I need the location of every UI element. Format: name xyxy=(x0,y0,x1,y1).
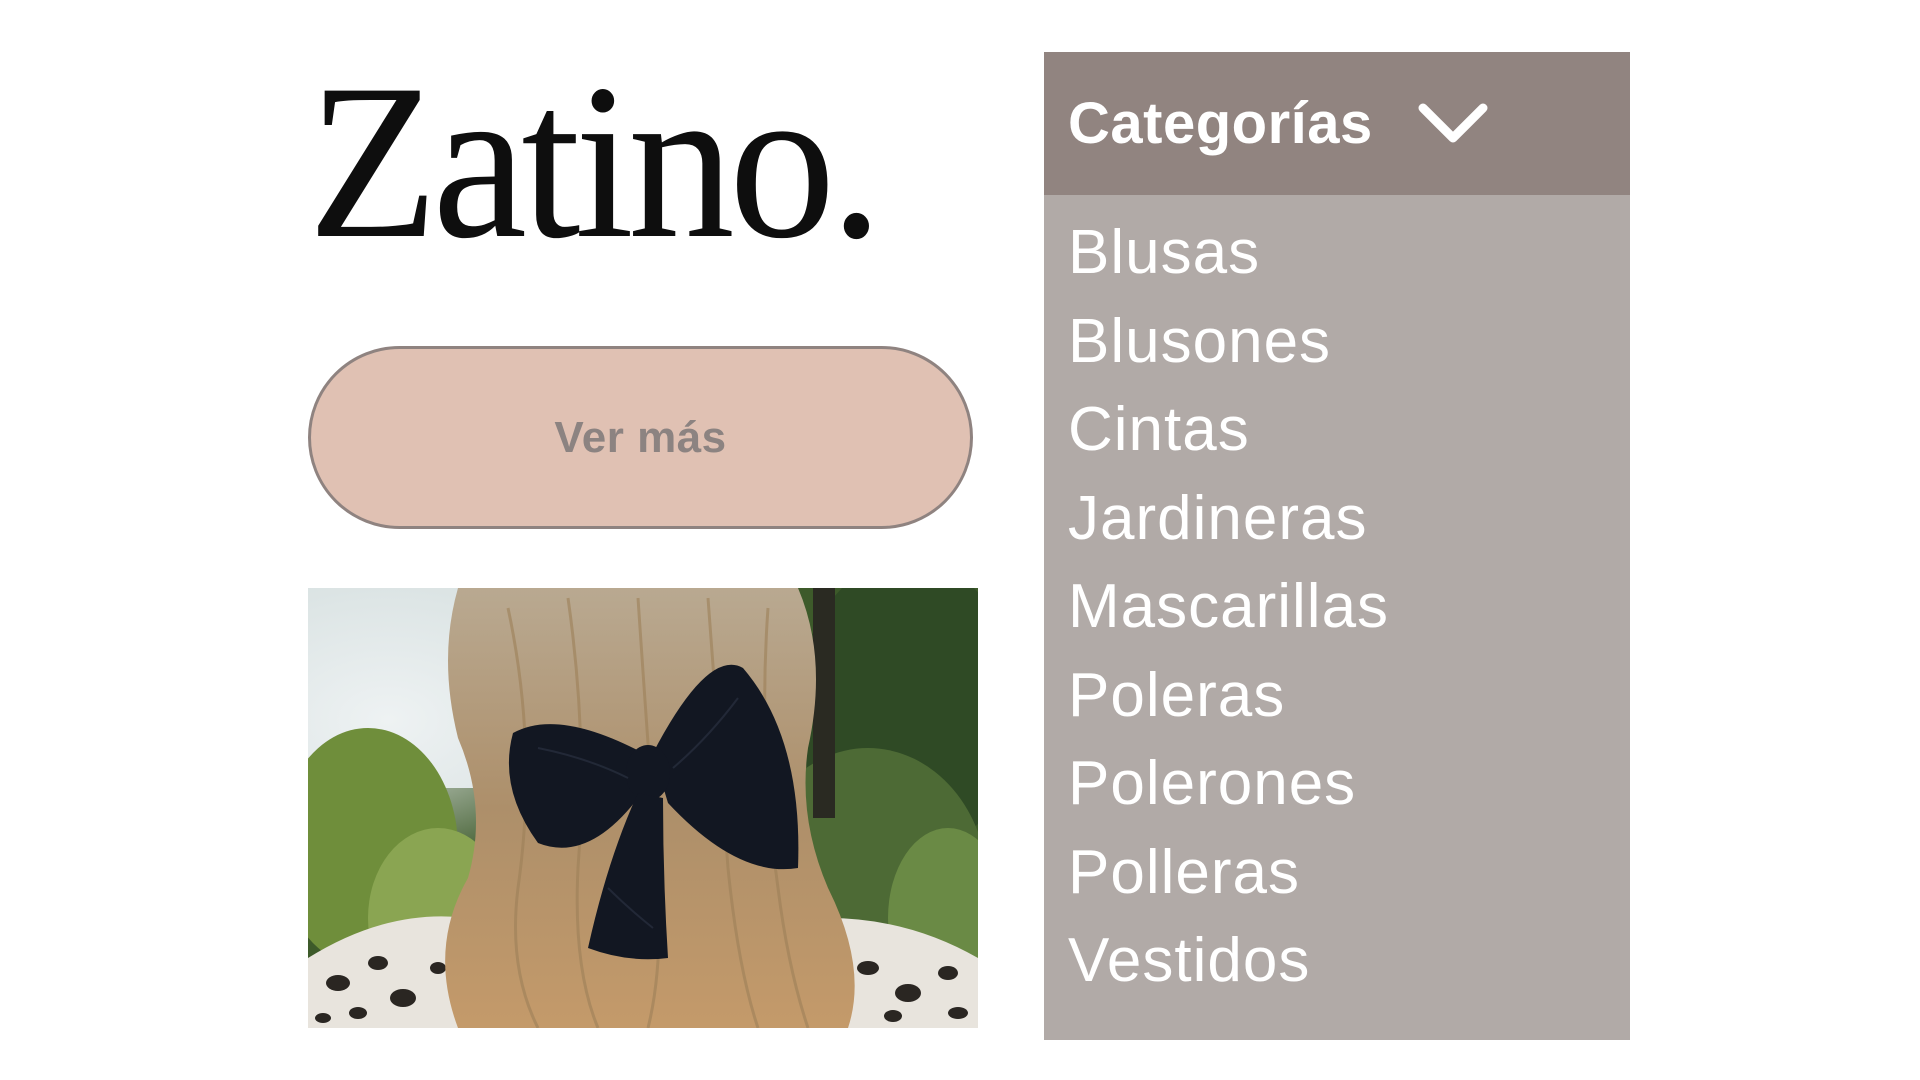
category-item-polleras[interactable]: Polleras xyxy=(1044,829,1630,918)
category-item-blusas[interactable]: Blusas xyxy=(1044,209,1630,298)
product-photo-image xyxy=(308,588,978,1028)
category-item-cintas[interactable]: Cintas xyxy=(1044,386,1630,475)
brand-logo[interactable]: Zatino. xyxy=(308,51,961,273)
category-item-jardineras[interactable]: Jardineras xyxy=(1044,475,1630,564)
category-item-poleras[interactable]: Poleras xyxy=(1044,652,1630,741)
chevron-down-icon xyxy=(1418,103,1488,142)
categories-dropdown: Categorías Blusas Blusones Cintas Jardin… xyxy=(1044,52,1630,1040)
ver-mas-button[interactable]: Ver más xyxy=(308,346,973,529)
product-photo[interactable] xyxy=(308,588,978,1028)
category-item-polerones[interactable]: Polerones xyxy=(1044,740,1630,829)
category-list: Blusas Blusones Cintas Jardineras Mascar… xyxy=(1044,195,1630,1006)
categories-toggle[interactable]: Categorías xyxy=(1044,52,1630,195)
category-item-blusones[interactable]: Blusones xyxy=(1044,298,1630,387)
category-item-mascarillas[interactable]: Mascarillas xyxy=(1044,563,1630,652)
category-item-vestidos[interactable]: Vestidos xyxy=(1044,917,1630,1006)
page: Zatino. Ver más Categorías Blusas Bluson… xyxy=(0,0,1920,1080)
categories-title: Categorías xyxy=(1068,91,1373,156)
